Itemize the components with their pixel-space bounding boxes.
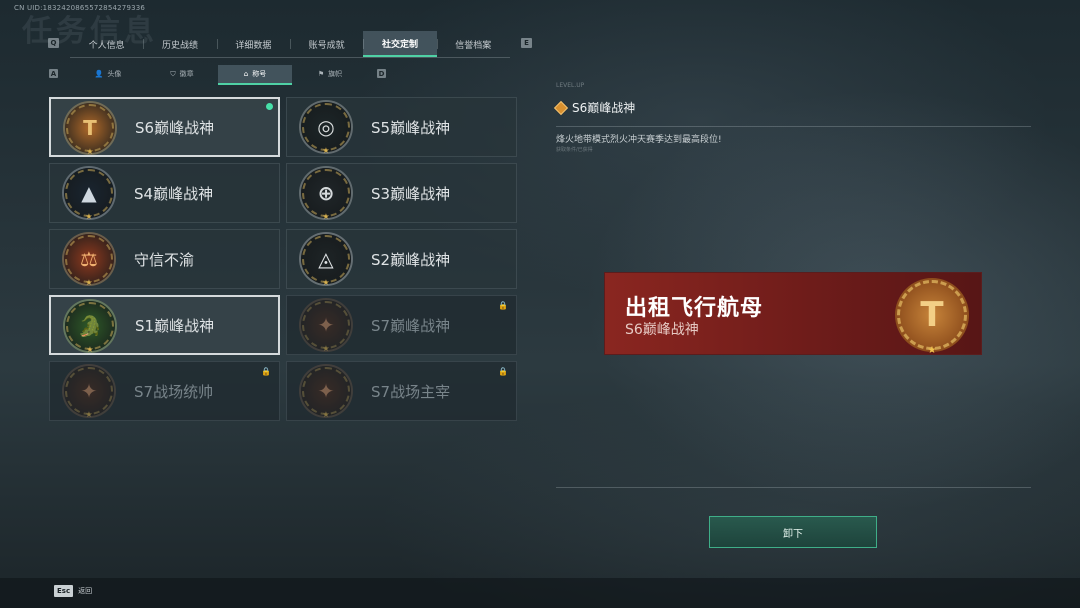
star-icon: ★ xyxy=(322,212,330,221)
tab-reputation[interactable]: 信誉档案 xyxy=(436,31,510,57)
title-icon: ⌂ xyxy=(243,70,249,78)
subtab-label: 旗帜 xyxy=(328,70,343,78)
star-icon: ★ xyxy=(85,410,93,419)
badge-icon: ⛉ xyxy=(170,69,176,78)
next-tab-key-hint[interactable]: E xyxy=(521,38,532,48)
star-icon: ★ xyxy=(927,345,937,356)
nameplate-player-name: 出租飞行航母 xyxy=(625,296,764,321)
nameplate-title: S6巅峰战神 xyxy=(625,322,699,338)
title-card[interactable]: ▲ ★ S4巅峰战神 xyxy=(49,163,280,223)
subtab-badge[interactable]: ⛉ 徽章 xyxy=(146,65,218,83)
laurel-icon xyxy=(65,367,113,415)
title-card[interactable]: T ★ S6巅峰战神 xyxy=(49,97,280,157)
tab-achievements[interactable]: 账号成就 xyxy=(289,31,363,57)
title-badge-icon: T ★ xyxy=(65,103,115,156)
tab-bar-divider xyxy=(70,57,510,58)
title-card-name: S7战场统帅 xyxy=(134,382,214,401)
title-card[interactable]: ◎ ★ S5巅峰战神 xyxy=(286,97,517,157)
star-icon: ★ xyxy=(86,147,94,156)
laurel-icon xyxy=(302,235,350,283)
title-card-name: S2巅峰战神 xyxy=(371,250,451,269)
laurel-icon xyxy=(65,235,113,283)
diamond-rank-icon xyxy=(553,100,569,115)
subtab-title[interactable]: ⌂ 称号 xyxy=(218,65,292,85)
title-badge-icon: ✦ ★ xyxy=(301,366,351,419)
title-badge-icon: ◎ ★ xyxy=(301,102,351,155)
star-icon: ★ xyxy=(86,345,94,354)
nameplate-preview: 出租飞行航母 S6巅峰战神 T ★ xyxy=(604,272,982,356)
title-badge-icon: ⊕ ★ xyxy=(301,168,351,221)
title-badge-icon: ✦ ★ xyxy=(301,300,351,353)
laurel-icon xyxy=(65,169,113,217)
bottom-bar xyxy=(0,578,1080,608)
esc-key-hint: Esc xyxy=(54,585,74,597)
subtab-label: 称号 xyxy=(252,70,267,78)
s6-rank-emblem-icon: T ★ xyxy=(895,278,969,356)
next-subtab-key-hint[interactable]: D xyxy=(377,69,386,78)
detail-sub-description: 获取条件/已获得 xyxy=(556,147,593,153)
person-icon: 👤 xyxy=(94,70,104,78)
equipped-indicator xyxy=(266,103,273,110)
subtab-label: 头像 xyxy=(107,70,122,78)
title-card[interactable]: ⊕ ★ S3巅峰战神 xyxy=(286,163,517,223)
laurel-icon xyxy=(302,301,350,349)
star-icon: ★ xyxy=(322,344,330,353)
laurel-icon xyxy=(66,302,114,350)
star-icon: ★ xyxy=(322,278,330,287)
player-uid: CN UID:1832420865572854279336 xyxy=(14,4,146,12)
star-icon: ★ xyxy=(85,278,93,287)
title-card[interactable]: ◬ ★ S2巅峰战神 xyxy=(286,229,517,289)
back-button[interactable]: Esc 返回 xyxy=(54,585,92,597)
detail-header: S6巅峰战神 xyxy=(553,99,636,116)
tab-history[interactable]: 历史战绩 xyxy=(143,31,216,57)
star-icon: ★ xyxy=(322,146,330,155)
prev-tab-key-hint[interactable]: Q xyxy=(48,38,59,48)
star-icon: ★ xyxy=(322,410,330,419)
title-badge-icon: ✦ ★ xyxy=(64,366,114,419)
title-card[interactable]: ✦ ★ S7战场统帅 🔒 xyxy=(49,361,280,421)
star-icon: ★ xyxy=(85,212,93,221)
title-badge-icon: ▲ ★ xyxy=(64,168,114,221)
title-card-name: S4巅峰战神 xyxy=(134,184,214,203)
laurel-icon xyxy=(302,103,350,151)
subtab-flag[interactable]: ⚑ 旗帜 xyxy=(294,65,366,83)
tab-social-customization[interactable]: 社交定制 xyxy=(363,31,437,57)
prev-subtab-key-hint[interactable]: A xyxy=(49,69,58,78)
title-card-name: S6巅峰战神 xyxy=(135,118,215,137)
title-card[interactable]: ✦ ★ S7战场主宰 🔒 xyxy=(286,361,517,421)
bottom-divider xyxy=(556,487,1031,488)
laurel-icon xyxy=(66,104,114,152)
back-label: 返回 xyxy=(78,587,93,595)
subtab-avatar[interactable]: 👤 头像 xyxy=(72,65,144,83)
title-badge-icon: ◬ ★ xyxy=(301,234,351,287)
title-card-name: S3巅峰战神 xyxy=(371,184,451,203)
title-card-name: 守信不渝 xyxy=(134,250,195,269)
flag-icon: ⚑ xyxy=(317,70,325,78)
laurel-icon xyxy=(302,367,350,415)
lock-icon: 🔒 xyxy=(261,367,271,376)
title-card[interactable]: 🐊 ★ S1巅峰战神 xyxy=(49,295,280,355)
subtab-label: 徽章 xyxy=(179,70,194,78)
title-badge-icon: ⚖ ★ xyxy=(64,234,114,287)
title-card-name: S1巅峰战神 xyxy=(135,316,215,335)
title-card-name: S7战场主宰 xyxy=(371,382,451,401)
tab-details[interactable]: 详细数据 xyxy=(216,31,290,57)
laurel-icon xyxy=(302,169,350,217)
detail-title: S6巅峰战神 xyxy=(572,101,636,115)
unequip-button[interactable]: 卸下 xyxy=(709,516,877,548)
detail-small-label: LEVEL.UP xyxy=(556,82,585,89)
detail-description: 烽火地带模式烈火冲天赛季达到最高段位! xyxy=(556,135,722,145)
tab-profile[interactable]: 个人信息 xyxy=(70,31,143,57)
lock-icon: 🔒 xyxy=(498,301,508,310)
title-card-name: S7巅峰战神 xyxy=(371,316,451,335)
laurel-icon xyxy=(897,280,967,350)
title-badge-icon: 🐊 ★ xyxy=(65,301,115,354)
title-card[interactable]: ✦ ★ S7巅峰战神 🔒 xyxy=(286,295,517,355)
main-tab-bar: 个人信息 历史战绩 详细数据 账号成就 社交定制 信誉档案 xyxy=(70,31,510,57)
lock-icon: 🔒 xyxy=(498,367,508,376)
title-card[interactable]: ⚖ ★ 守信不渝 xyxy=(49,229,280,289)
title-card-name: S5巅峰战神 xyxy=(371,118,451,137)
detail-divider xyxy=(556,126,1031,127)
